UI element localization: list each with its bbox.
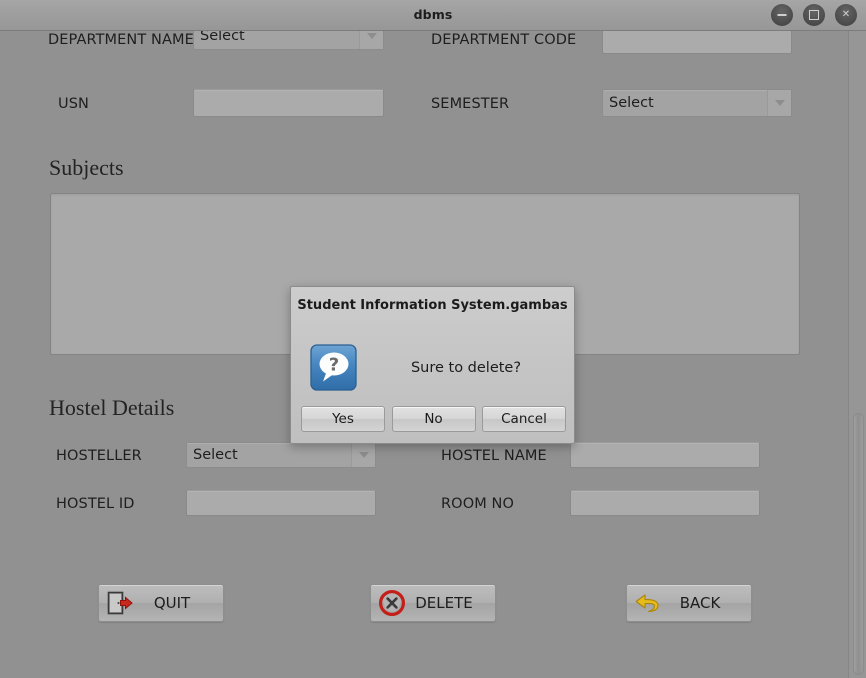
no-button[interactable]: No <box>391 406 476 432</box>
yes-button[interactable]: Yes <box>301 406 385 432</box>
back-button[interactable]: BACK <box>626 584 752 622</box>
application-window: dbms DEPARTMENT NAME Select DEPARTMENT C… <box>0 0 866 678</box>
hostel-id-input[interactable] <box>186 490 376 516</box>
hosteller-combobox[interactable]: Select <box>186 442 376 468</box>
hosteller-label: HOSTELLER <box>56 448 142 464</box>
title-bar: dbms <box>0 0 866 31</box>
maximize-button[interactable] <box>803 4 825 26</box>
svg-text:?: ? <box>329 355 339 376</box>
quit-button[interactable]: QUIT <box>98 584 224 622</box>
chevron-down-icon[interactable] <box>767 90 791 116</box>
minimize-button[interactable] <box>771 4 793 26</box>
chevron-down-icon[interactable] <box>351 443 375 467</box>
back-arrow-icon <box>633 588 663 618</box>
hostel-id-label: HOSTEL ID <box>56 496 135 512</box>
department-name-label: DEPARTMENT NAME <box>48 32 194 48</box>
room-no-label: ROOM NO <box>441 496 514 512</box>
semester-value: Select <box>609 95 654 111</box>
dialog-button-row: Yes No Cancel <box>301 406 566 432</box>
usn-input[interactable] <box>193 89 384 117</box>
usn-label: USN <box>58 96 89 112</box>
hostel-name-input[interactable] <box>570 442 760 468</box>
window-title: dbms <box>413 7 453 22</box>
room-no-input[interactable] <box>570 490 760 516</box>
hostel-name-label: HOSTEL NAME <box>441 448 547 464</box>
cancel-button[interactable]: Cancel <box>482 406 566 432</box>
close-button[interactable] <box>835 4 857 26</box>
department-name-value: Select <box>200 31 245 44</box>
vertical-scrollbar[interactable] <box>848 31 866 678</box>
vertical-scrollbar-thumb[interactable] <box>853 413 864 675</box>
dialog-title: Student Information System.gambas <box>297 298 568 313</box>
subjects-section-title: Subjects <box>49 155 124 180</box>
department-code-label: DEPARTMENT CODE <box>431 32 577 48</box>
hostel-details-section-title: Hostel Details <box>49 395 175 420</box>
question-speech-bubble-icon: ? <box>310 344 357 391</box>
delete-button-label: DELETE <box>415 594 473 612</box>
chevron-down-icon[interactable] <box>359 31 383 49</box>
delete-button[interactable]: DELETE <box>370 584 496 622</box>
department-name-combobox[interactable]: Select <box>193 31 384 50</box>
exit-door-icon <box>105 588 135 618</box>
semester-combobox[interactable]: Select <box>602 89 792 117</box>
dialog-message: Sure to delete? <box>410 359 522 376</box>
window-controls <box>771 4 857 26</box>
confirm-delete-dialog: Student Information System.gambas ? Sure… <box>290 286 575 444</box>
back-button-label: BACK <box>679 594 721 612</box>
delete-circle-x-icon <box>377 588 407 618</box>
semester-label: SEMESTER <box>431 96 510 112</box>
quit-button-label: QUIT <box>153 594 191 612</box>
department-code-input[interactable] <box>602 31 792 54</box>
hosteller-value: Select <box>193 447 238 463</box>
